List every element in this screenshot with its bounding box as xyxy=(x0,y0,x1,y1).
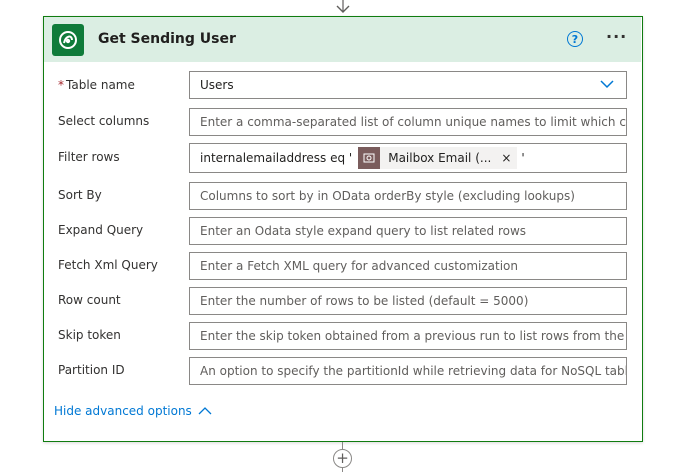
skip-token-row: Skip token Enter the skip token obtained… xyxy=(44,322,641,352)
connector-arrow-icon xyxy=(336,0,350,13)
fetch-xml-row: Fetch Xml Query Enter a Fetch XML query … xyxy=(44,252,641,282)
help-icon[interactable]: ? xyxy=(567,31,583,47)
sort-by-label: Sort By xyxy=(58,188,102,202)
expand-query-input[interactable]: Enter an Odata style expand query to lis… xyxy=(189,217,627,245)
filter-rows-row: Filter rows internalemailaddress eq ' Ma… xyxy=(44,143,641,173)
table-name-label-text: Table name xyxy=(66,78,135,92)
token-label: Mailbox Email (... xyxy=(388,151,492,165)
dataverse-icon xyxy=(52,24,84,56)
select-columns-row: Select columns Enter a comma-separated l… xyxy=(44,107,641,137)
table-name-value: Users xyxy=(200,78,234,92)
row-count-input[interactable]: Enter the number of rows to be listed (d… xyxy=(189,287,627,315)
partition-id-input[interactable]: An option to specify the partitionId whi… xyxy=(189,357,627,385)
filter-expression-suffix: ' xyxy=(521,151,525,165)
table-name-dropdown[interactable]: Users xyxy=(189,71,627,99)
sort-by-input[interactable]: Columns to sort by in OData orderBy styl… xyxy=(189,182,627,210)
table-name-row: * Table name Users xyxy=(44,71,641,101)
filter-rows-label: Filter rows xyxy=(58,150,120,164)
add-step-button[interactable]: + xyxy=(333,449,352,468)
card-header[interactable]: Get Sending User ? ··· xyxy=(44,17,641,62)
row-count-row: Row count Enter the number of rows to be… xyxy=(44,287,641,317)
more-options-icon[interactable]: ··· xyxy=(606,27,627,46)
action-card: Get Sending User ? ··· * Table name Users… xyxy=(43,16,643,442)
chevron-down-icon[interactable] xyxy=(600,79,614,89)
expand-query-row: Expand Query Enter an Odata style expand… xyxy=(44,217,641,247)
skip-token-label: Skip token xyxy=(58,328,121,342)
fetch-xml-input[interactable]: Enter a Fetch XML query for advanced cus… xyxy=(189,252,627,280)
partition-id-row: Partition ID An option to specify the pa… xyxy=(44,357,641,387)
skip-token-input[interactable]: Enter the skip token obtained from a pre… xyxy=(189,322,627,350)
remove-token-icon[interactable]: × xyxy=(501,151,511,165)
table-name-label: * Table name xyxy=(58,78,135,92)
card-title: Get Sending User xyxy=(98,31,236,47)
chevron-up-icon xyxy=(198,406,212,414)
filter-expression-prefix: internalemailaddress eq ' xyxy=(200,151,353,165)
dynamic-content-token[interactable]: Mailbox Email (... × xyxy=(358,147,518,169)
sort-by-row: Sort By Columns to sort by in OData orde… xyxy=(44,182,641,212)
expand-query-label: Expand Query xyxy=(58,223,144,237)
row-count-label: Row count xyxy=(58,293,121,307)
select-columns-input[interactable]: Enter a comma-separated list of column u… xyxy=(189,108,627,136)
hide-advanced-options-label: Hide advanced options xyxy=(54,404,192,418)
hide-advanced-options-link[interactable]: Hide advanced options xyxy=(54,404,212,418)
connector-line-tail xyxy=(342,468,343,472)
partition-id-label: Partition ID xyxy=(58,363,125,377)
fetch-xml-label: Fetch Xml Query xyxy=(58,258,158,272)
required-marker: * xyxy=(58,78,64,92)
select-columns-label: Select columns xyxy=(58,114,150,128)
filter-rows-input[interactable]: internalemailaddress eq ' Mailbox Email … xyxy=(189,143,627,173)
token-source-icon xyxy=(358,147,381,169)
